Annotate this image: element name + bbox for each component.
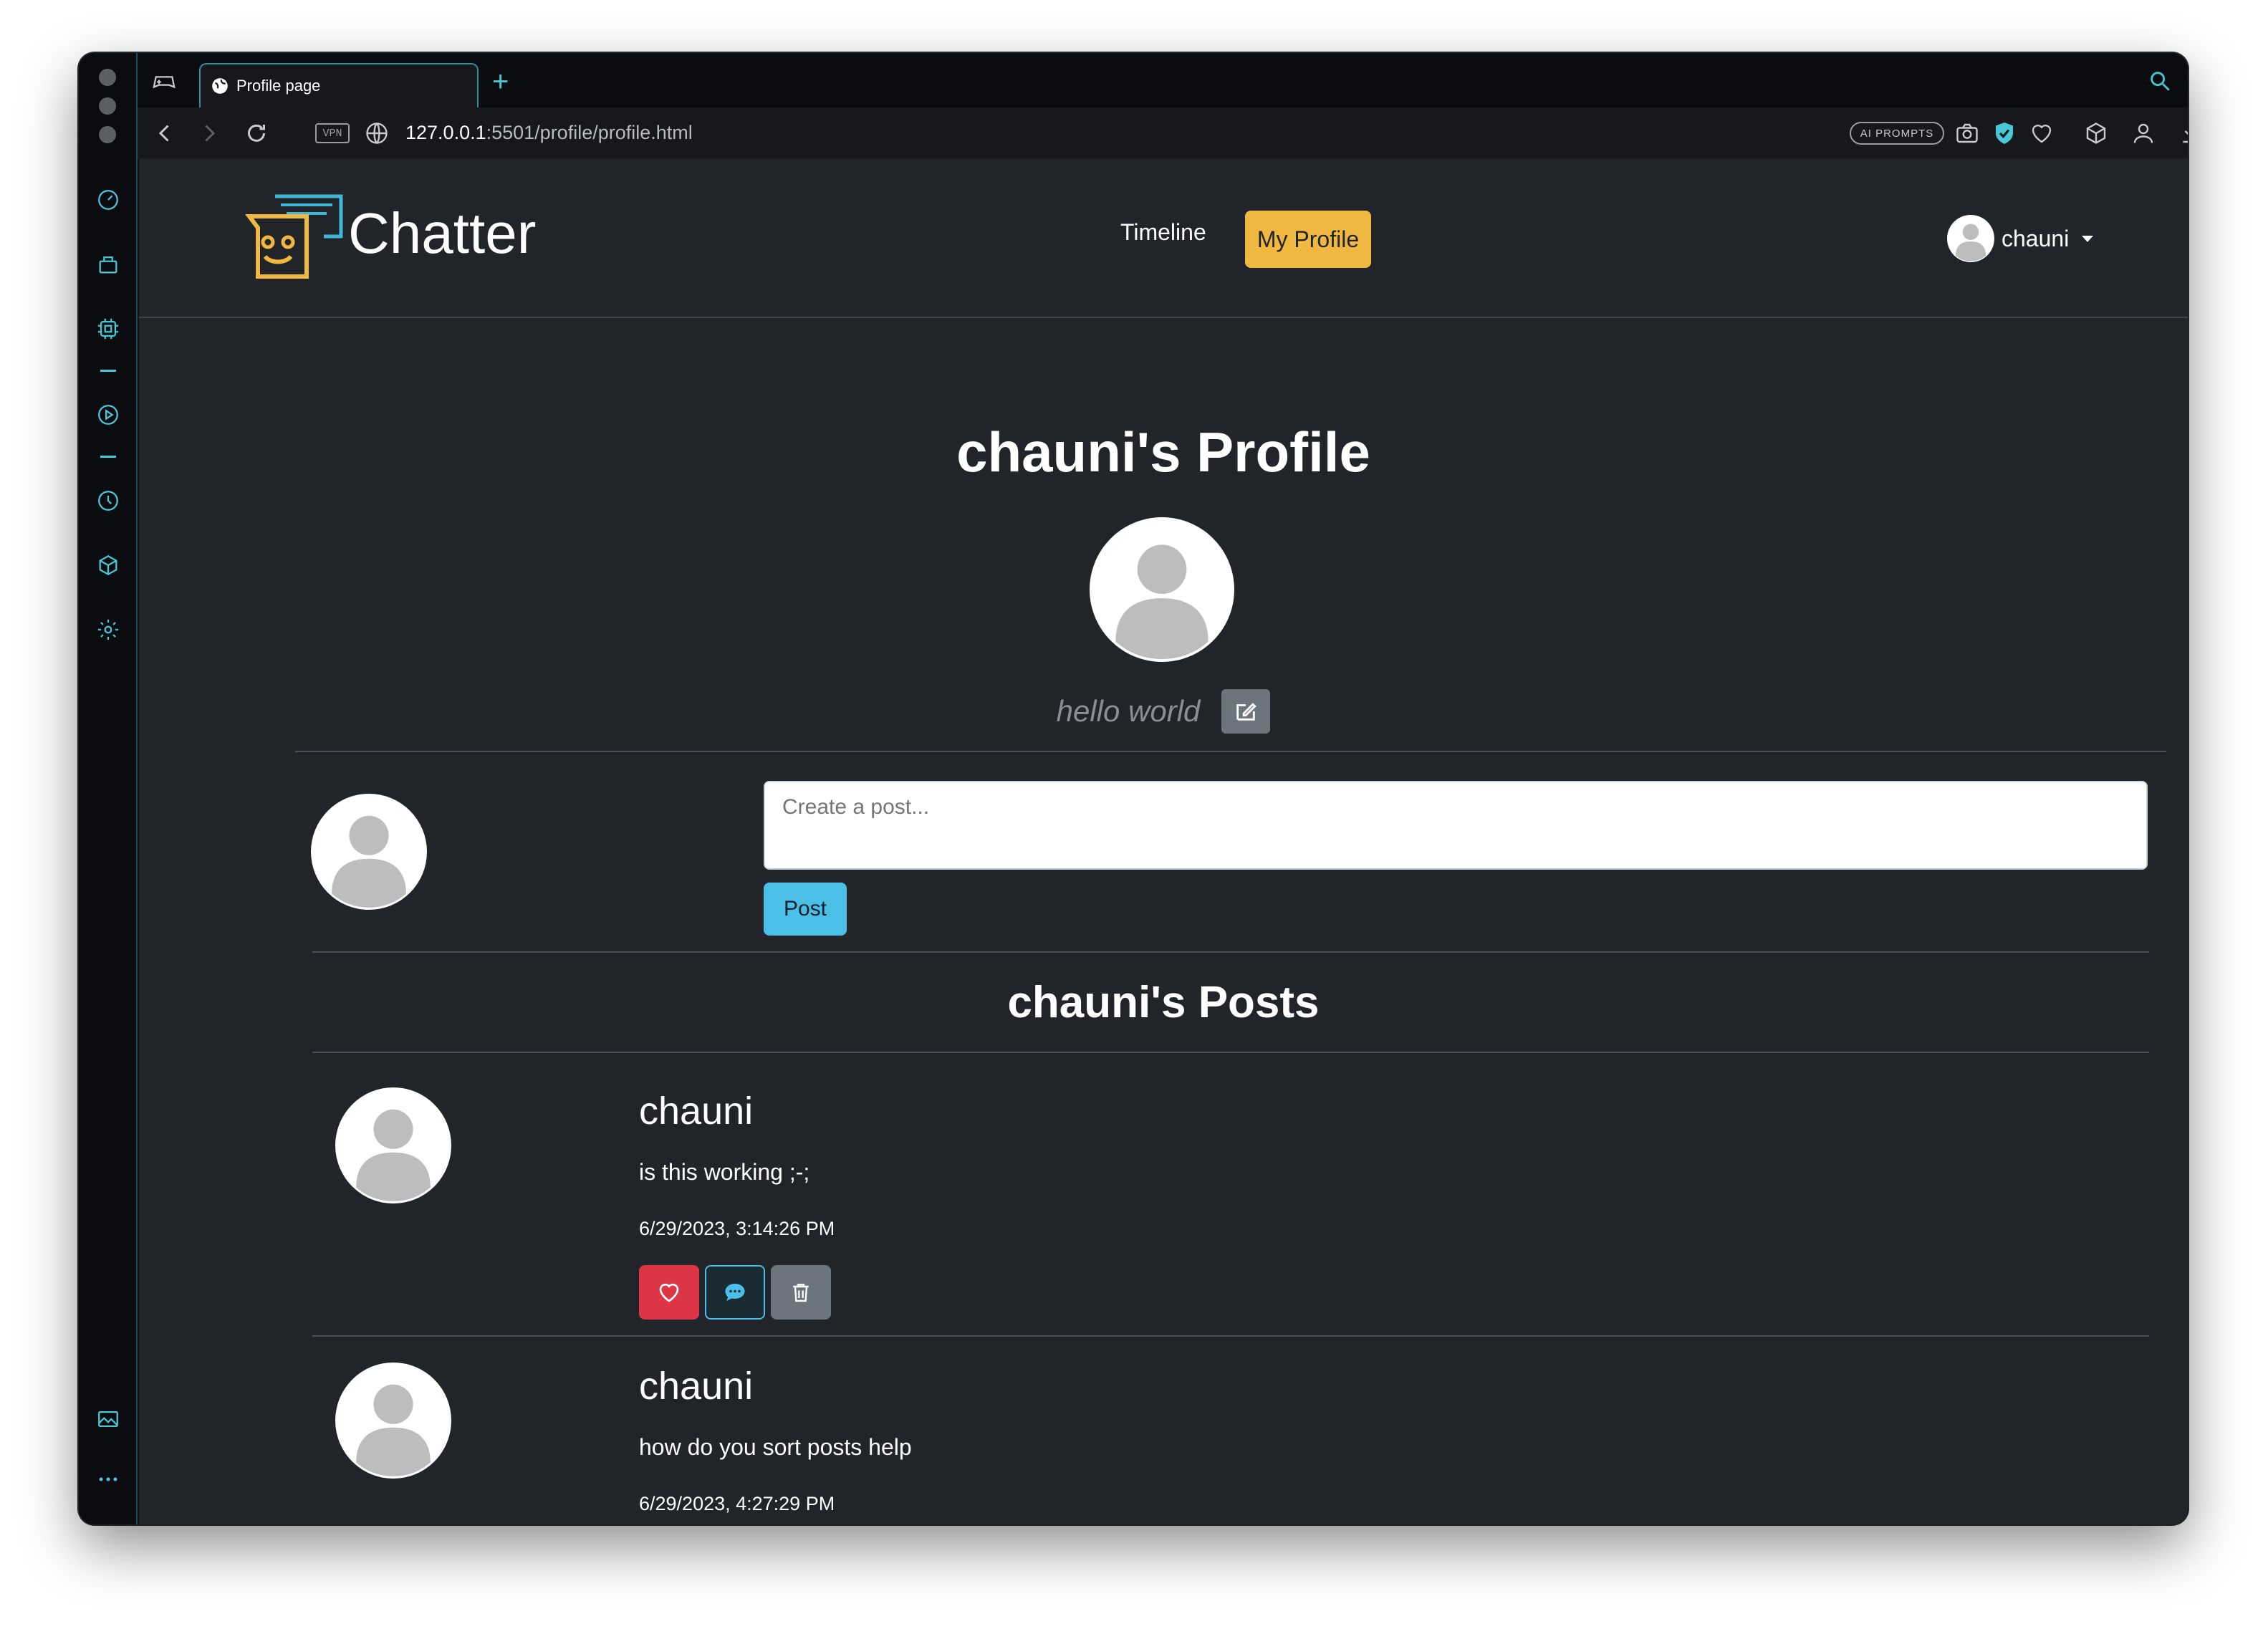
sidebar-divider [100, 456, 116, 458]
post-author-avatar [335, 1363, 451, 1479]
forward-arrow-icon[interactable] [196, 120, 222, 146]
profile-avatar [1090, 517, 1234, 662]
vpn-badge[interactable]: VPN [315, 123, 350, 143]
shield-check-icon[interactable] [1991, 120, 2017, 146]
downloads-icon[interactable] [2178, 120, 2188, 146]
gamepad-icon[interactable] [152, 70, 176, 92]
url-host: 127.0.0.1 [405, 122, 486, 143]
reload-icon[interactable] [244, 120, 269, 146]
address-bar: VPN 127.0.0.1:5501/profile/profile.html … [138, 107, 2188, 159]
delete-button[interactable] [771, 1265, 831, 1320]
extensions-icon[interactable] [2083, 120, 2109, 146]
site-info-globe-icon[interactable] [364, 120, 390, 146]
tab-bar: Profile page + [138, 53, 2188, 107]
settings-gear-icon[interactable] [95, 616, 122, 643]
create-post-input[interactable] [764, 781, 2148, 870]
camera-snapshot-icon[interactable] [1954, 120, 1980, 146]
globe-icon [212, 78, 228, 94]
tab-title: Profile page [236, 77, 321, 95]
account-icon[interactable] [2130, 120, 2156, 146]
comment-button[interactable] [705, 1265, 765, 1320]
like-button[interactable] [639, 1265, 699, 1320]
chatter-logo-icon[interactable] [244, 191, 344, 284]
divider [312, 1052, 2149, 1053]
back-arrow-icon[interactable] [152, 120, 178, 146]
nav-link-timeline[interactable]: Timeline [1120, 219, 1206, 246]
post-author[interactable]: chauni [639, 1364, 753, 1408]
post-button[interactable]: Post [764, 883, 847, 936]
history-icon[interactable] [95, 487, 122, 514]
ai-chip-icon[interactable] [95, 315, 122, 342]
post-timestamp: 6/29/2023, 3:14:26 PM [639, 1218, 835, 1239]
trash-icon [793, 1284, 809, 1302]
more-options-icon[interactable] [95, 1466, 122, 1493]
bio-row: hello world [139, 689, 2188, 734]
divider [312, 951, 2149, 953]
post-timestamp: 6/29/2023, 4:27:29 PM [639, 1493, 835, 1514]
composer-avatar [311, 794, 427, 910]
divider [295, 751, 2166, 752]
edit-bio-button[interactable] [1221, 689, 1271, 734]
ai-prompts-button[interactable]: AI PROMPTS [1850, 122, 1944, 145]
maximize-window-button[interactable] [99, 126, 116, 143]
post-item: chauni how do you sort posts help 6/29/2… [139, 1363, 2188, 1524]
divider [312, 1335, 2149, 1337]
user-avatar [1947, 215, 1994, 262]
profile-title: chauni's Profile [956, 421, 1370, 484]
tab-profile-page[interactable]: Profile page [199, 63, 479, 107]
favorites-heart-icon[interactable] [2029, 120, 2055, 146]
speed-dial-icon[interactable] [95, 186, 122, 213]
new-tab-button[interactable]: + [492, 67, 509, 96]
brand-name[interactable]: Chatter [348, 201, 536, 266]
sidebar-divider [100, 370, 116, 372]
nav-link-my-profile[interactable]: My Profile [1245, 211, 1371, 268]
post-body: how do you sort posts help [639, 1434, 912, 1460]
post-author-avatar [335, 1087, 451, 1203]
heart-icon [659, 1283, 679, 1302]
user-dropdown[interactable]: chauni [1947, 215, 2094, 262]
search-tabs-icon[interactable] [2148, 69, 2172, 93]
close-window-button[interactable] [99, 69, 116, 86]
chevron-down-icon [2082, 235, 2094, 242]
web-page: Chatter Timeline My Profile chauni chaun… [139, 159, 2188, 1524]
extensions-cube-icon[interactable] [95, 552, 122, 579]
profile-bio: hello world [1056, 694, 1201, 728]
posts-title: chauni's Posts [1007, 978, 1320, 1027]
wallpaper-icon[interactable] [95, 1405, 122, 1433]
minimize-window-button[interactable] [99, 97, 116, 115]
edit-pencil-icon [1236, 703, 1257, 721]
user-name: chauni [2002, 225, 2070, 251]
site-navbar: Chatter Timeline My Profile chauni [139, 159, 2188, 318]
chat-bubble-icon [725, 1284, 745, 1301]
post-body: is this working ;-; [639, 1159, 810, 1185]
player-icon[interactable] [95, 401, 122, 428]
url-path: :5501/profile/profile.html [486, 122, 693, 143]
browser-sidebar [79, 53, 138, 1524]
url-field[interactable]: 127.0.0.1:5501/profile/profile.html [405, 122, 693, 144]
post-item: chauni is this working ;-; 6/29/2023, 3:… [139, 1087, 2188, 1360]
shopping-icon[interactable] [95, 251, 122, 278]
post-author[interactable]: chauni [639, 1089, 753, 1133]
browser-window: Profile page + VPN 127.0.0.1:5501/profil… [79, 53, 2188, 1524]
